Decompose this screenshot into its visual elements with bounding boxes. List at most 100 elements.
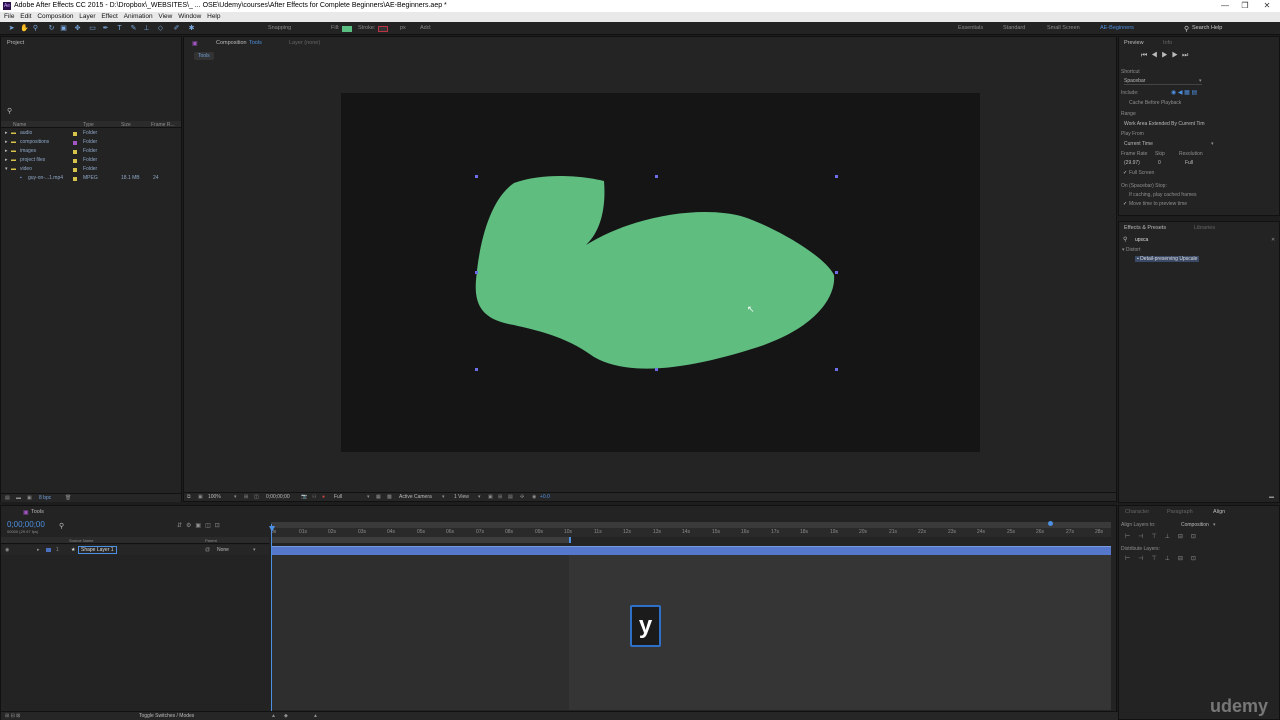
menu-view[interactable]: View xyxy=(158,12,172,22)
timeline-icon[interactable]: ▤ xyxy=(508,494,513,500)
menu-help[interactable]: Help xyxy=(207,12,220,22)
flowchart-icon[interactable]: ⊞ xyxy=(498,494,502,500)
libraries-tab[interactable]: Libraries xyxy=(1194,225,1215,231)
transparency-grid-icon[interactable]: ▩ xyxy=(387,494,392,500)
zoom-in-icon[interactable]: ▲ xyxy=(313,713,318,719)
camera-dropdown[interactable]: Active Camera xyxy=(399,494,432,500)
column-frame-rate[interactable]: Frame R... xyxy=(151,122,175,128)
stroke-color-swatch[interactable] xyxy=(378,26,388,32)
category-distort[interactable]: ▾ Distort xyxy=(1122,247,1140,253)
maximize-button[interactable]: ❐ xyxy=(1235,0,1255,12)
zoom-out-icon[interactable]: ▲ xyxy=(271,713,276,719)
paragraph-tab[interactable]: Paragraph xyxy=(1167,509,1193,515)
shortcut-dropdown[interactable]: Spacebar xyxy=(1124,78,1202,85)
fast-previews-icon[interactable]: ▦ xyxy=(376,494,381,500)
playback-controls[interactable]: ⏮◀▶▶⏭ xyxy=(1141,52,1192,60)
column-type[interactable]: Type xyxy=(83,122,94,128)
roto-brush-tool-icon[interactable]: ✐ xyxy=(173,25,180,32)
new-comp-icon[interactable]: ▣ xyxy=(27,495,32,501)
layer-bar-shape-layer-1[interactable] xyxy=(271,546,1111,555)
range-dropdown[interactable]: Work Area Extended By Current Tim xyxy=(1124,121,1205,127)
fill-color-swatch[interactable] xyxy=(342,26,352,32)
timeline-switch-icons[interactable]: ⇵⚙▣◫⊡ xyxy=(177,522,224,529)
bounding-handle[interactable] xyxy=(475,271,478,274)
project-item-compositions[interactable]: ▸ ▬ compositions Folder xyxy=(1,138,181,147)
pan-behind-tool-icon[interactable]: ✥ xyxy=(74,25,81,32)
clear-search-icon[interactable]: ✕ xyxy=(1271,237,1275,243)
shape-tool-icon[interactable]: ▭ xyxy=(89,25,96,32)
menu-composition[interactable]: Composition xyxy=(37,12,73,22)
project-item-audio[interactable]: ▸ ▬ audio Folder xyxy=(1,129,181,138)
bounding-handle[interactable] xyxy=(835,368,838,371)
visibility-icon[interactable]: ◉ xyxy=(5,547,9,553)
workspace-small-screen[interactable]: Small Screen xyxy=(1047,25,1080,31)
preview-tab[interactable]: Preview xyxy=(1124,40,1144,46)
layer-name[interactable]: Shape Layer 1 xyxy=(78,546,117,554)
current-time-indicator[interactable] xyxy=(271,524,272,714)
hand-tool-icon[interactable]: ✋ xyxy=(20,25,29,32)
column-size[interactable]: Size xyxy=(121,122,131,128)
menu-edit[interactable]: Edit xyxy=(20,12,31,22)
cache-label[interactable]: Cache Before Playback xyxy=(1129,100,1181,106)
align-tab[interactable]: Align xyxy=(1213,509,1225,515)
exposure-value[interactable]: +0.0 xyxy=(540,494,550,500)
composition-tab[interactable]: Composition xyxy=(216,40,247,46)
trash-icon[interactable]: 🗑 xyxy=(65,495,71,501)
bounding-handle[interactable] xyxy=(835,271,838,274)
grid-icon[interactable]: ⊞ xyxy=(244,494,248,500)
timeline-tab[interactable]: Tools xyxy=(31,509,44,515)
rotate-tool-icon[interactable]: ↻ xyxy=(48,25,55,32)
bounding-handle[interactable] xyxy=(475,368,478,371)
project-item-images[interactable]: ▸ ▬ images Folder xyxy=(1,147,181,156)
column-source-name[interactable]: Source Name xyxy=(69,538,93,543)
stamp-tool-icon[interactable]: ⊥ xyxy=(143,25,150,32)
puppet-tool-icon[interactable]: ✱ xyxy=(188,25,195,32)
menu-effect[interactable]: Effect xyxy=(101,12,118,22)
column-name[interactable]: Name xyxy=(13,122,26,128)
character-tab[interactable]: Character xyxy=(1125,509,1149,515)
search-help-button[interactable]: Search Help xyxy=(1192,25,1222,31)
expand-layer-icon[interactable]: ▸ xyxy=(37,547,40,553)
skip-value[interactable]: 0 xyxy=(1158,160,1161,166)
snapshot-icon[interactable]: 📷 xyxy=(301,494,307,500)
comp-breadcrumb[interactable]: Tools xyxy=(194,52,214,60)
resolution-dropdown[interactable]: Full xyxy=(334,494,342,500)
show-snapshot-icon[interactable]: ⚇ xyxy=(312,494,316,500)
green-blob[interactable] xyxy=(475,175,835,369)
new-bin-icon[interactable]: ▬ xyxy=(1269,494,1274,500)
distribute-buttons[interactable]: ⊢⊣⊤⊥⊟⊡ xyxy=(1125,555,1204,562)
zoom-dropdown[interactable]: 100% xyxy=(208,494,221,500)
menu-window[interactable]: Window xyxy=(178,12,201,22)
project-item-video[interactable]: ▾ ▬ video Folder xyxy=(1,165,181,174)
layer-label-color[interactable] xyxy=(46,548,51,552)
column-parent[interactable]: Parent xyxy=(205,538,217,543)
bounding-handle[interactable] xyxy=(655,175,658,178)
zoom-slider[interactable]: ◆ xyxy=(284,713,288,719)
layer-row-shape-layer-1[interactable]: ◉ ▸ 1 ★ Shape Layer 1 @ None ▾ xyxy=(1,545,269,555)
menu-animation[interactable]: Animation xyxy=(124,12,153,22)
project-tab[interactable]: Project xyxy=(7,40,24,46)
magnification-icon[interactable]: ▣ xyxy=(198,494,203,500)
camera-tool-icon[interactable]: ▣ xyxy=(60,25,67,32)
resolution-dropdown-preview[interactable]: Full xyxy=(1185,160,1193,166)
channel-icon[interactable]: ● xyxy=(322,494,325,500)
type-tool-icon[interactable]: T xyxy=(116,25,123,32)
shape-layer-shape[interactable] xyxy=(474,175,836,371)
time-ruler[interactable]: 0s 01s 02s 03s 04s 05s 06s 07s 08s 09s 1… xyxy=(271,528,1111,537)
views-dropdown[interactable]: 1 View xyxy=(454,494,469,500)
parent-dropdown[interactable]: None xyxy=(217,547,229,553)
timeline-search-icon[interactable]: ⚲ xyxy=(59,522,64,530)
toggle-switches-modes-button[interactable]: Toggle Switches / Modes xyxy=(139,713,194,719)
project-item-project-files[interactable]: ▸ ▬ project files Folder xyxy=(1,156,181,165)
bounding-handle[interactable] xyxy=(655,368,658,371)
new-folder-icon[interactable]: ▬ xyxy=(16,495,21,501)
effect-detail-preserving-upscale[interactable]: ▪ Detail-preserving Upscale xyxy=(1135,256,1200,262)
interpret-footage-icon[interactable]: ▤ xyxy=(5,495,10,501)
menu-layer[interactable]: Layer xyxy=(79,12,95,22)
effects-presets-tab[interactable]: Effects & Presets xyxy=(1124,225,1166,231)
align-buttons[interactable]: ⊢⊣⊤⊥⊟⊡ xyxy=(1125,533,1204,540)
project-search-icon[interactable]: ⚲ xyxy=(7,107,12,115)
fullscreen-checkbox[interactable]: ✓ xyxy=(1123,170,1127,176)
include-video-icon[interactable]: ◉ ◀ ▦ ▤ xyxy=(1171,89,1197,96)
toggle-panes-icon[interactable]: ⊞ ⊟ ⊠ xyxy=(5,713,20,719)
